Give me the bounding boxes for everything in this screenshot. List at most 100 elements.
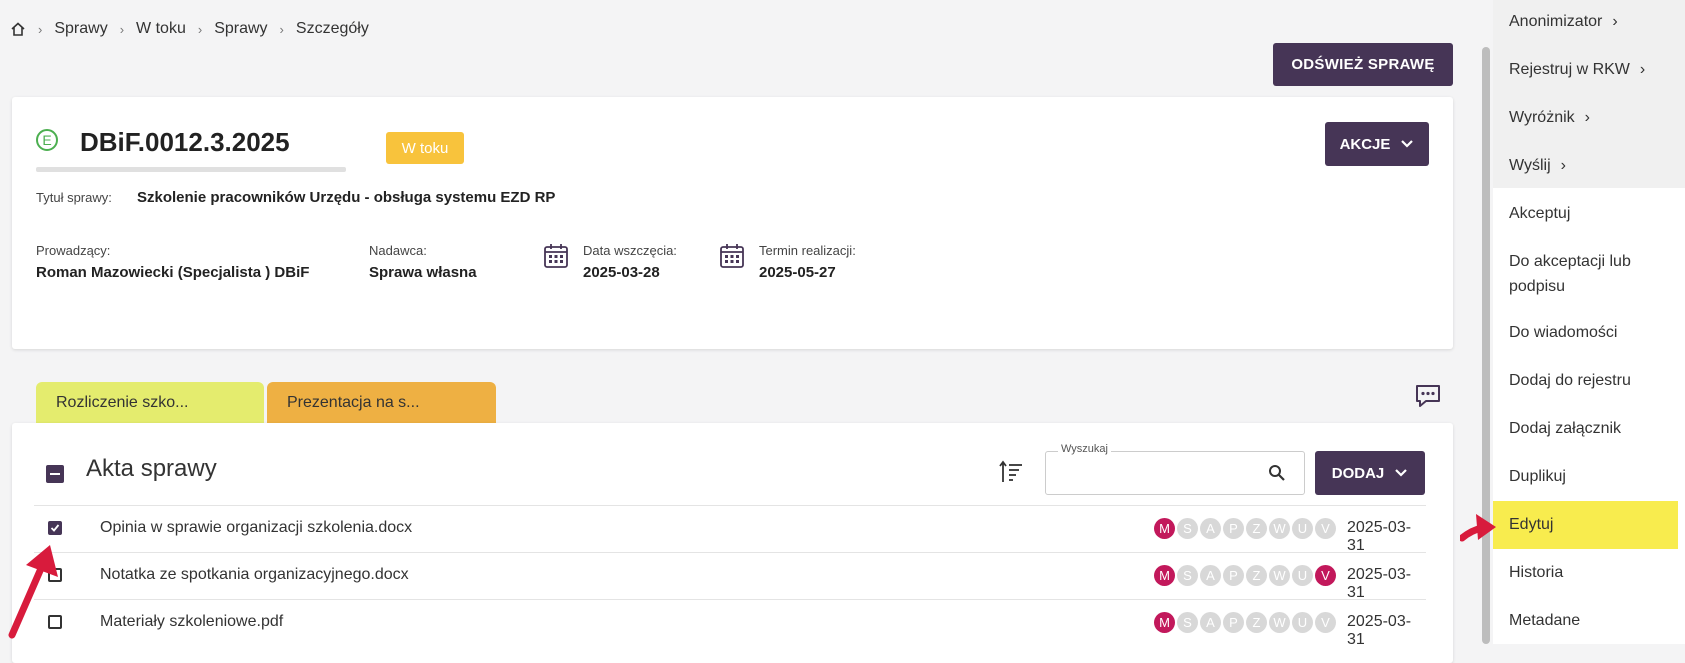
menu-item-anonimizator[interactable]: Anonimizator › [1509, 9, 1618, 34]
chevron-down-icon [1395, 469, 1408, 477]
sort-icon[interactable] [998, 459, 1024, 485]
add-label: DODAJ [1331, 464, 1385, 482]
status-circle-u: U [1292, 518, 1313, 539]
status-circle-s: S [1177, 565, 1198, 586]
calendar-icon [720, 244, 744, 268]
status-circle-a: A [1200, 518, 1221, 539]
chevron-right-icon: › [279, 21, 284, 37]
electronic-case-icon: E [36, 129, 58, 151]
status-circle-v: V [1315, 612, 1336, 633]
status-circle-m: M [1154, 518, 1175, 539]
status-badge: W toku [386, 132, 464, 164]
file-name[interactable]: Materiały szkoleniowe.pdf [100, 613, 283, 631]
menu-item-rejestruj-w-rkw[interactable]: Rejestruj w RKW › [1509, 57, 1645, 82]
tab-prezentacja[interactable]: Prezentacja na s... [267, 382, 496, 424]
case-title-value: Szkolenie pracowników Urzędu - obsługa s… [137, 189, 556, 206]
status-circle-w: W [1269, 565, 1290, 586]
start-date-value: 2025-03-28 [583, 264, 660, 281]
tab-rozliczenie[interactable]: Rozliczenie szko... [36, 382, 264, 424]
file-date: 2025-03-31 [1347, 519, 1412, 554]
add-button[interactable]: DODAJ [1315, 451, 1425, 495]
menu-item-dodaj-do-rejestru[interactable]: Dodaj do rejestru [1509, 368, 1631, 393]
home-icon[interactable] [10, 21, 26, 37]
breadcrumb-item[interactable]: Sprawy [54, 20, 107, 38]
sender-value: Sprawa własna [369, 264, 477, 281]
status-circle-p: P [1223, 612, 1244, 633]
file-name[interactable]: Opinia w sprawie organizacji szkolenia.d… [100, 519, 412, 537]
chevron-right-icon: › [1584, 109, 1590, 126]
status-circle-u: U [1292, 612, 1313, 633]
calendar-icon [544, 244, 568, 268]
status-circle-p: P [1223, 518, 1244, 539]
chevron-right-icon: › [1612, 13, 1618, 30]
start-date-label: Data wszczęcia: [583, 243, 677, 258]
leader-value: Roman Mazowiecki (Specjalista ) DBiF [36, 264, 310, 281]
file-name[interactable]: Notatka ze spotkania organizacyjnego.doc… [100, 566, 409, 584]
actions-label: AKCJE [1339, 135, 1391, 153]
breadcrumb-item[interactable]: Sprawy [214, 20, 267, 38]
case-title-label: Tytuł sprawy: [36, 190, 112, 205]
comment-icon[interactable] [1414, 383, 1442, 409]
breadcrumb-current: Szczegóły [295, 20, 369, 37]
status-circle-p: P [1223, 565, 1244, 586]
chevron-right-icon: › [38, 21, 43, 37]
breadcrumb-item[interactable]: W toku [136, 20, 186, 38]
case-files-panel: Akta sprawy Wyszukaj DODAJ Opinia w spra… [12, 423, 1453, 663]
search-label: Wyszukaj [1058, 443, 1111, 455]
actions-button[interactable]: AKCJE [1325, 122, 1429, 166]
menu-item-metadane[interactable]: Metadane [1509, 608, 1580, 633]
status-circle-s: S [1177, 518, 1198, 539]
status-circle-u: U [1292, 565, 1313, 586]
file-row[interactable]: Materiały szkoleniowe.pdf MSAPZWUV 2025-… [34, 599, 1426, 648]
file-date: 2025-03-31 [1347, 566, 1412, 601]
menu-item-dodaj-zalacznik[interactable]: Dodaj załącznik [1509, 416, 1621, 441]
chevron-right-icon: › [1639, 61, 1646, 78]
sender-label: Nadawca: [369, 243, 427, 258]
status-circle-v: V [1315, 565, 1336, 586]
menu-item-edytuj[interactable]: Edytuj [1509, 512, 1553, 537]
file-checkbox[interactable] [48, 521, 62, 535]
status-circles: MSAPZWUV [1154, 518, 1336, 539]
menu-item-duplikuj[interactable]: Duplikuj [1509, 464, 1566, 489]
breadcrumb: › Sprawy › W toku › Sprawy › Szczegóły [10, 18, 369, 40]
tab-label: Rozliczenie szko... [56, 394, 189, 411]
deadline-value: 2025-05-27 [759, 264, 836, 281]
status-circle-a: A [1200, 612, 1221, 633]
case-number: DBiF.0012.3.2025 [80, 127, 290, 157]
menu-item-wyslij[interactable]: Wyślij › [1509, 153, 1566, 178]
case-details-card: E DBiF.0012.3.2025 W toku AKCJE Tytuł sp… [12, 97, 1453, 349]
annotation-arrow-up-icon [8, 545, 58, 639]
status-circle-m: M [1154, 612, 1175, 633]
menu-item-wyroznik[interactable]: Wyróżnik › [1509, 105, 1590, 130]
deadline-label: Termin realizacji: [759, 243, 856, 258]
file-row[interactable]: Notatka ze spotkania organizacyjnego.doc… [34, 552, 1426, 601]
status-circle-a: A [1200, 565, 1221, 586]
collapse-all-checkbox[interactable] [46, 465, 64, 483]
menu-item-akceptuj[interactable]: Akceptuj [1509, 201, 1570, 226]
annotation-arrow-right-icon [1460, 514, 1496, 542]
tab-label: Prezentacja na s... [287, 394, 420, 411]
menu-item-historia[interactable]: Historia [1509, 560, 1563, 585]
refresh-case-button[interactable]: ODŚWIEŻ SPRAWĘ [1273, 43, 1453, 86]
menu-item-do-akceptacji[interactable]: Do akceptacji lub podpisu [1509, 249, 1659, 299]
search-input[interactable]: Wyszukaj [1045, 443, 1305, 495]
search-icon[interactable] [1268, 464, 1286, 482]
chevron-down-icon [1401, 140, 1414, 148]
file-row[interactable]: Opinia w sprawie organizacji szkolenia.d… [34, 505, 1426, 554]
panel-title: Akta sprawy [86, 455, 217, 482]
chevron-right-icon: › [197, 21, 203, 37]
status-circle-s: S [1177, 612, 1198, 633]
status-circle-z: Z [1246, 612, 1267, 633]
status-circle-z: Z [1246, 565, 1267, 586]
leader-label: Prowadzący: [36, 243, 111, 258]
actions-side-menu: Anonimizator › Rejestruj w RKW › Wyróżnik ›… [1493, 0, 1685, 644]
status-circles: MSAPZWUV [1154, 565, 1336, 586]
status-circle-w: W [1269, 612, 1290, 633]
menu-item-do-wiadomosci[interactable]: Do wiadomości [1509, 320, 1617, 345]
chevron-right-icon: › [119, 21, 125, 37]
status-circle-z: Z [1246, 518, 1267, 539]
status-circle-w: W [1269, 518, 1290, 539]
status-circles: MSAPZWUV [1154, 612, 1336, 633]
status-circle-v: V [1315, 518, 1336, 539]
case-number-underline [36, 167, 346, 172]
